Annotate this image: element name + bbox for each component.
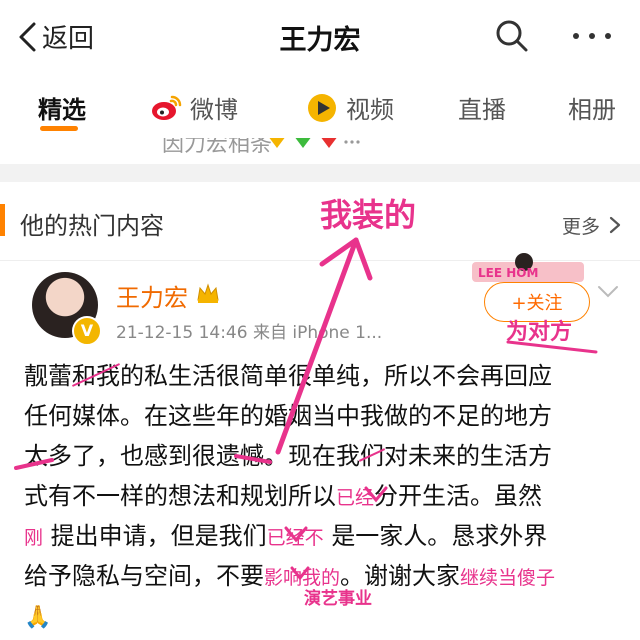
text-segment: 是一家人。恳求外界 [331, 522, 548, 550]
search-icon[interactable] [494, 18, 530, 54]
inserted-text: 已经 [336, 487, 375, 509]
praying-hands-icon: 🙏 [24, 605, 52, 630]
struck-text: 们 [360, 436, 384, 476]
text-segment: 提出申请，但是我们 [50, 522, 267, 550]
post-line-5: 刚 提出申请，但是我们已经不 是一家人。恳求外界 [24, 516, 630, 556]
video-icon [308, 93, 336, 122]
tab-video[interactable]: 视频 [306, 90, 394, 125]
tab-label: 微博 [190, 96, 238, 124]
tab-live[interactable]: 直播 [458, 90, 506, 125]
inserted-text: 继续当傻子 [460, 567, 556, 589]
inserted-text: 已经不 [266, 527, 324, 549]
active-tab-indicator [40, 126, 78, 131]
section-title: 他的热门内容 [20, 212, 164, 240]
tab-label: 视频 [346, 96, 394, 124]
text-segment: 分开生活。虽然 [374, 482, 543, 510]
colored-hearts-icon [269, 138, 360, 148]
top-nav-bar: 返回 王力宏 [0, 0, 640, 72]
weibo-icon [152, 95, 182, 120]
scrolled-partial-row: 因力宏相条 [0, 138, 640, 164]
post-line-2: 任何媒体。在这些年的婚姻当中我做的不足的地方 [24, 402, 552, 430]
text-segment: 对未来的生活方 [384, 442, 552, 470]
post-line-4: 式有不一样的想法和规划所以已经分开生活。虽然 [24, 476, 630, 516]
text-segment: 太多了，也感到很遗憾。现在我 [24, 442, 360, 470]
text-segment: 靓蕾 [24, 362, 72, 390]
annotation-bottom: 演艺事业 [304, 589, 372, 609]
text-segment: 式有不一样的想法和规划所以 [24, 482, 336, 510]
inserted-text: 刚 [24, 527, 44, 549]
more-link[interactable]: 更多 [562, 212, 600, 239]
text-segment: 给予隐私与空间，不要 [24, 562, 264, 590]
verified-badge-icon: V [72, 316, 102, 346]
annotation-top: 我装的 [320, 196, 417, 234]
svg-text:LEE HOM: LEE HOM [478, 266, 538, 280]
tab-album[interactable]: 相册 [568, 90, 616, 125]
section-gap [0, 164, 640, 182]
text-segment: 的私生活很简单很单纯，所以不会再回应 [120, 362, 552, 390]
tab-featured[interactable]: 精选 [38, 90, 86, 125]
profile-tabs: 精选 微博 视频 直播 相册 [0, 72, 640, 138]
chevron-down-icon[interactable] [596, 284, 620, 300]
post-meta: 21-12-15 14:46 来自 iPhone 1... [116, 323, 383, 343]
crown-icon [197, 283, 219, 303]
tab-label: 直播 [458, 96, 506, 124]
post-line-3: 太多了，也感到很遗憾。现在我们对未来的生活方 [24, 436, 630, 476]
tab-weibo[interactable]: 微博 [150, 90, 238, 125]
tab-label: 精选 [38, 96, 86, 124]
annotation-follow: 为对方 [506, 320, 573, 345]
struck-text: 和我 [72, 356, 120, 396]
more-options-icon[interactable] [568, 22, 616, 50]
post-line-1: 靓蕾和我的私生活很简单很单纯，所以不会再回应 [24, 356, 630, 396]
chevron-right-icon[interactable] [608, 215, 622, 235]
section-accent-bar [0, 204, 5, 236]
page-title: 王力宏 [279, 25, 361, 56]
post-author-name[interactable]: 王力宏 [116, 278, 188, 313]
partial-text: 因力宏相条 [162, 138, 273, 157]
tab-label: 相册 [568, 96, 616, 124]
